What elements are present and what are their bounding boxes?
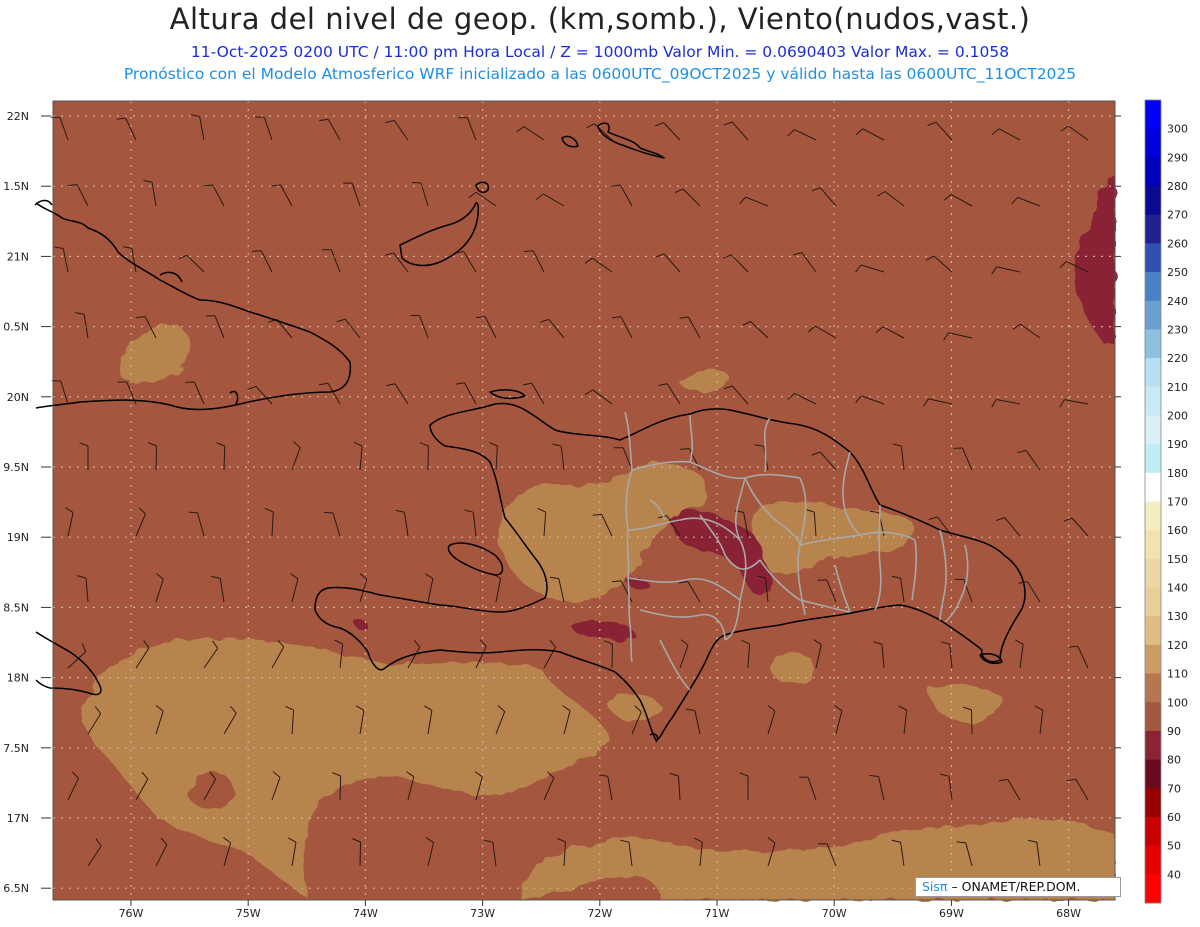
latitude-label: 19N xyxy=(7,531,29,544)
longitude-label: 74W xyxy=(353,907,378,920)
latitude-label: 21N xyxy=(7,250,29,263)
colorbar-swatch xyxy=(1145,300,1161,330)
wind-barb xyxy=(971,709,973,735)
latitude-label: 7.5N xyxy=(3,742,29,755)
colorbar-label: 240 xyxy=(1167,295,1188,308)
valid-time-line: 11-Oct-2025 0200 UTC / 11:00 pm Hora Loc… xyxy=(190,43,1010,61)
colorbar-swatch xyxy=(1145,702,1161,732)
colorbar-label: 170 xyxy=(1167,496,1188,509)
colorbar-swatch xyxy=(1145,788,1161,818)
colorbar-swatch xyxy=(1145,100,1161,130)
colorbar-label: 130 xyxy=(1167,610,1188,623)
colorbar-swatch xyxy=(1145,644,1161,675)
colorbar-swatch xyxy=(1145,186,1161,216)
colorbar-swatch xyxy=(1145,329,1161,359)
longitude-label: 71W xyxy=(705,907,730,920)
colorbar-swatch xyxy=(1145,587,1161,617)
colorbar-label: 290 xyxy=(1167,151,1188,164)
longitude-label: 69W xyxy=(939,907,964,920)
colorbar-label: 100 xyxy=(1167,696,1188,709)
colorbar-swatch xyxy=(1145,214,1161,244)
colorbar-swatch xyxy=(1145,845,1161,875)
colorbar-label: 60 xyxy=(1167,811,1181,824)
colorbar-label: 110 xyxy=(1167,668,1188,681)
latitude-label: 0.5N xyxy=(3,321,29,334)
map-title: Altura del nivel de geop. (km,somb.), Vi… xyxy=(169,2,1031,36)
wind-barb-flag xyxy=(1068,645,1078,648)
colorbar-label: 40 xyxy=(1167,868,1181,881)
latitude-label: 17N xyxy=(7,812,29,825)
colorbar-swatch xyxy=(1145,415,1161,445)
model-info-line: Pronóstico con el Modelo Atmosferico WRF… xyxy=(123,65,1077,83)
longitude-label: 70W xyxy=(822,907,847,920)
brand-logo: Sisπ xyxy=(922,879,948,894)
colorbar-swatch xyxy=(1145,243,1161,273)
longitude-label: 76W xyxy=(119,907,144,920)
colorbar-label: 80 xyxy=(1167,754,1181,767)
colorbar-label: 70 xyxy=(1167,782,1181,795)
colorbar-swatch xyxy=(1145,128,1161,158)
colorbar-swatch xyxy=(1145,673,1161,703)
colorbar-label: 270 xyxy=(1167,209,1188,222)
colorbar-label: 300 xyxy=(1167,123,1188,136)
colorbar-swatch xyxy=(1145,759,1161,789)
colorbar-label: 250 xyxy=(1167,266,1188,279)
wind-barb-flag xyxy=(411,182,422,184)
colorbar: 300 290 280 270 260 250 240 230 220 210 200 190 180 1… xyxy=(1144,99,1188,904)
colorbar-swatch xyxy=(1145,472,1161,502)
forecast-map: 22N 1.5N 21N 0.5N 20N 9.5N 19N 8.5N 18N 7.5N 17N 6.… xyxy=(3,99,1188,920)
colorbar-swatch xyxy=(1145,558,1161,589)
colorbar-label: 260 xyxy=(1167,237,1188,250)
longitude-label: 73W xyxy=(470,907,495,920)
colorbar-swatch xyxy=(1145,816,1161,847)
colorbar-label: 120 xyxy=(1167,639,1188,652)
longitude-label: 68W xyxy=(1056,907,1081,920)
latitude-label: 1.5N xyxy=(3,180,29,193)
colorbar-label: 200 xyxy=(1167,409,1188,422)
colorbar-label: 50 xyxy=(1167,840,1181,853)
wind-barb xyxy=(339,775,342,801)
latitude-label: 20N xyxy=(7,391,29,404)
longitude-label: 72W xyxy=(587,907,612,920)
colorbar-swatch xyxy=(1145,444,1161,474)
colorbar-swatch xyxy=(1145,386,1161,416)
wind-barb xyxy=(155,445,158,471)
latitude-label: 8.5N xyxy=(3,601,29,614)
colorbar-swatch xyxy=(1145,157,1161,187)
colorbar-swatch xyxy=(1145,616,1161,646)
colorbar-swatch xyxy=(1145,358,1161,388)
colorbar-label: 180 xyxy=(1167,467,1188,480)
latitude-label: 22N xyxy=(7,110,29,123)
colorbar-swatch xyxy=(1145,730,1161,761)
colorbar-swatch xyxy=(1145,272,1161,302)
latitude-label: 9.5N xyxy=(3,461,29,474)
longitude-label: 75W xyxy=(236,907,261,920)
colorbar-swatch xyxy=(1145,501,1161,531)
colorbar-label: 190 xyxy=(1167,438,1188,451)
longitude-axis: 76W 75W 74W 73W 72W 71W 70W 69W 68W xyxy=(119,900,1081,920)
colorbar-label: 230 xyxy=(1167,323,1188,336)
colorbar-label: 140 xyxy=(1167,582,1188,595)
latitude-label: 6.5N xyxy=(3,882,29,895)
wind-barb xyxy=(359,841,362,867)
colorbar-label: 280 xyxy=(1167,180,1188,193)
wind-barb-flag xyxy=(323,511,334,514)
credit-text: – ONAMET/REP.DOM. xyxy=(951,879,1081,894)
colorbar-label: 150 xyxy=(1167,553,1188,566)
colorbar-label: 90 xyxy=(1167,725,1181,738)
colorbar-label: 210 xyxy=(1167,381,1188,394)
colorbar-label: 160 xyxy=(1167,524,1188,537)
colorbar-swatch xyxy=(1145,530,1161,560)
latitude-label: 18N xyxy=(7,672,29,685)
credit-box: Sisπ – ONAMET/REP.DOM. xyxy=(915,877,1121,897)
colorbar-label: 220 xyxy=(1167,352,1188,365)
colorbar-swatch xyxy=(1145,874,1161,904)
